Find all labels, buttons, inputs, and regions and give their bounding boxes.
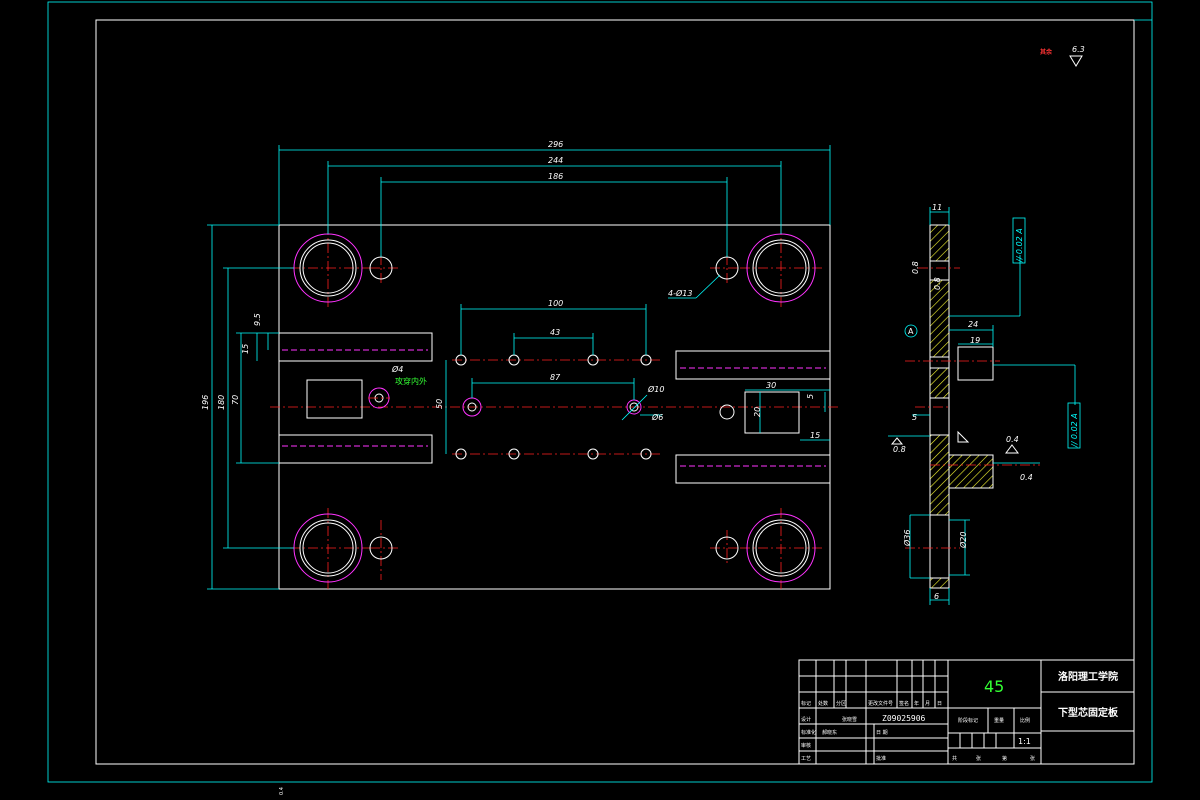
col-sign: 签名	[899, 700, 909, 707]
scale-value: 1:1	[1018, 737, 1031, 746]
standardize-label: 标准化	[801, 729, 816, 736]
gdt-2: // 0.02 A	[1070, 413, 1079, 448]
stage-mark: 阶段标记	[958, 717, 978, 724]
dim-70: 70	[231, 395, 240, 405]
title-block: 45 洛阳理工学院 下型芯固定板 Z09025906 阶段标记 重量 比例 1:…	[798, 659, 1135, 765]
reviewer-label: 审核	[801, 742, 811, 749]
rough-value: 6.3	[1072, 45, 1085, 54]
col-count: 处数	[818, 700, 828, 707]
col-day: 日	[937, 701, 942, 707]
dim-5: 5	[806, 394, 815, 399]
col-month: 月	[925, 701, 930, 707]
side-24: 24	[968, 320, 978, 329]
dim-196: 196	[201, 395, 210, 410]
total-label: 共	[952, 755, 957, 762]
side-11: 11	[932, 203, 942, 212]
dim-4-13: 4-Ø13	[668, 288, 692, 298]
side-d36: Ø36	[902, 530, 912, 547]
dim-20: 20	[753, 407, 762, 417]
datum-a: A	[908, 327, 914, 336]
designer-name: 张晓雪	[842, 716, 857, 723]
sheet-label: 张	[1030, 755, 1035, 762]
dim-50: 50	[435, 399, 444, 409]
inner-frame	[95, 19, 1135, 765]
dim-87: 87	[550, 373, 561, 382]
designer-label: 设计	[801, 716, 811, 723]
slot-right-bottom	[675, 454, 831, 484]
side-0-4b: 0.4	[1020, 473, 1033, 482]
dim-186: 186	[548, 172, 563, 181]
outer-frame	[47, 1, 1153, 783]
slot-right-top	[675, 350, 831, 380]
plan-view: 296 244 186 100 43 87 30 20 5 15 196 180…	[201, 140, 840, 590]
slot-left-bottom	[278, 434, 433, 464]
side-d20: Ø20	[958, 532, 968, 549]
side-19: 19	[970, 336, 980, 345]
dim-15: 15	[810, 431, 820, 440]
dim-30: 30	[766, 381, 776, 390]
col-mark: 标记	[801, 700, 811, 707]
stray-text: 0.4	[279, 787, 285, 795]
weight-label: 重量	[994, 717, 1004, 724]
dim-d10: Ø10	[647, 384, 664, 394]
slot-left-top	[278, 332, 433, 362]
dim-296: 296	[548, 140, 563, 149]
drawing-number: Z09025906	[882, 714, 926, 723]
dim-100: 100	[548, 299, 563, 308]
part-name: 下型芯固定板	[1058, 706, 1119, 719]
side-0-8c: 0.8	[893, 445, 906, 454]
page-label: 第	[1002, 755, 1007, 762]
side-0-8a: 0.8	[911, 261, 920, 274]
side-0-8b: 0.8	[933, 277, 942, 290]
section-view: A 11 24 19 5 6 Ø36 Ø20 0.8 0.8 0.8 0.4 0…	[888, 203, 1081, 605]
material: 45	[984, 677, 1004, 696]
dim-244: 244	[548, 156, 563, 165]
dim-9-5: 9.5	[253, 313, 262, 326]
approve-label: 批准	[876, 755, 886, 762]
sheets-label: 张	[976, 755, 981, 762]
col-zone: 分区	[836, 700, 846, 707]
process-label: 工艺	[801, 756, 811, 762]
side-5: 5	[912, 413, 917, 422]
dim-15-v: 15	[241, 344, 250, 354]
std-name: 郝晓东	[822, 729, 837, 736]
col-year: 年	[914, 700, 919, 707]
rough-label: 其余	[1040, 48, 1053, 56]
dim-180: 180	[217, 395, 226, 410]
cad-drawing: 296 244 186 100 43 87 30 20 5 15 196 180…	[47, 1, 1153, 795]
school-name: 洛阳理工学院	[1058, 670, 1118, 683]
dim-d4: Ø4	[391, 364, 403, 374]
dim-d6: Ø6	[651, 412, 663, 422]
side-0-4a: 0.4	[1006, 435, 1019, 444]
pocket-left	[306, 379, 363, 419]
dim-43: 43	[550, 328, 560, 337]
date-label: 日 期	[876, 730, 888, 736]
side-6: 6	[934, 592, 939, 601]
green-note: 攻穿内外	[395, 376, 427, 386]
gdt-1: // 0.02 A	[1015, 228, 1024, 263]
col-change: 更改文件号	[868, 700, 893, 707]
scale-label: 比例	[1020, 717, 1030, 724]
